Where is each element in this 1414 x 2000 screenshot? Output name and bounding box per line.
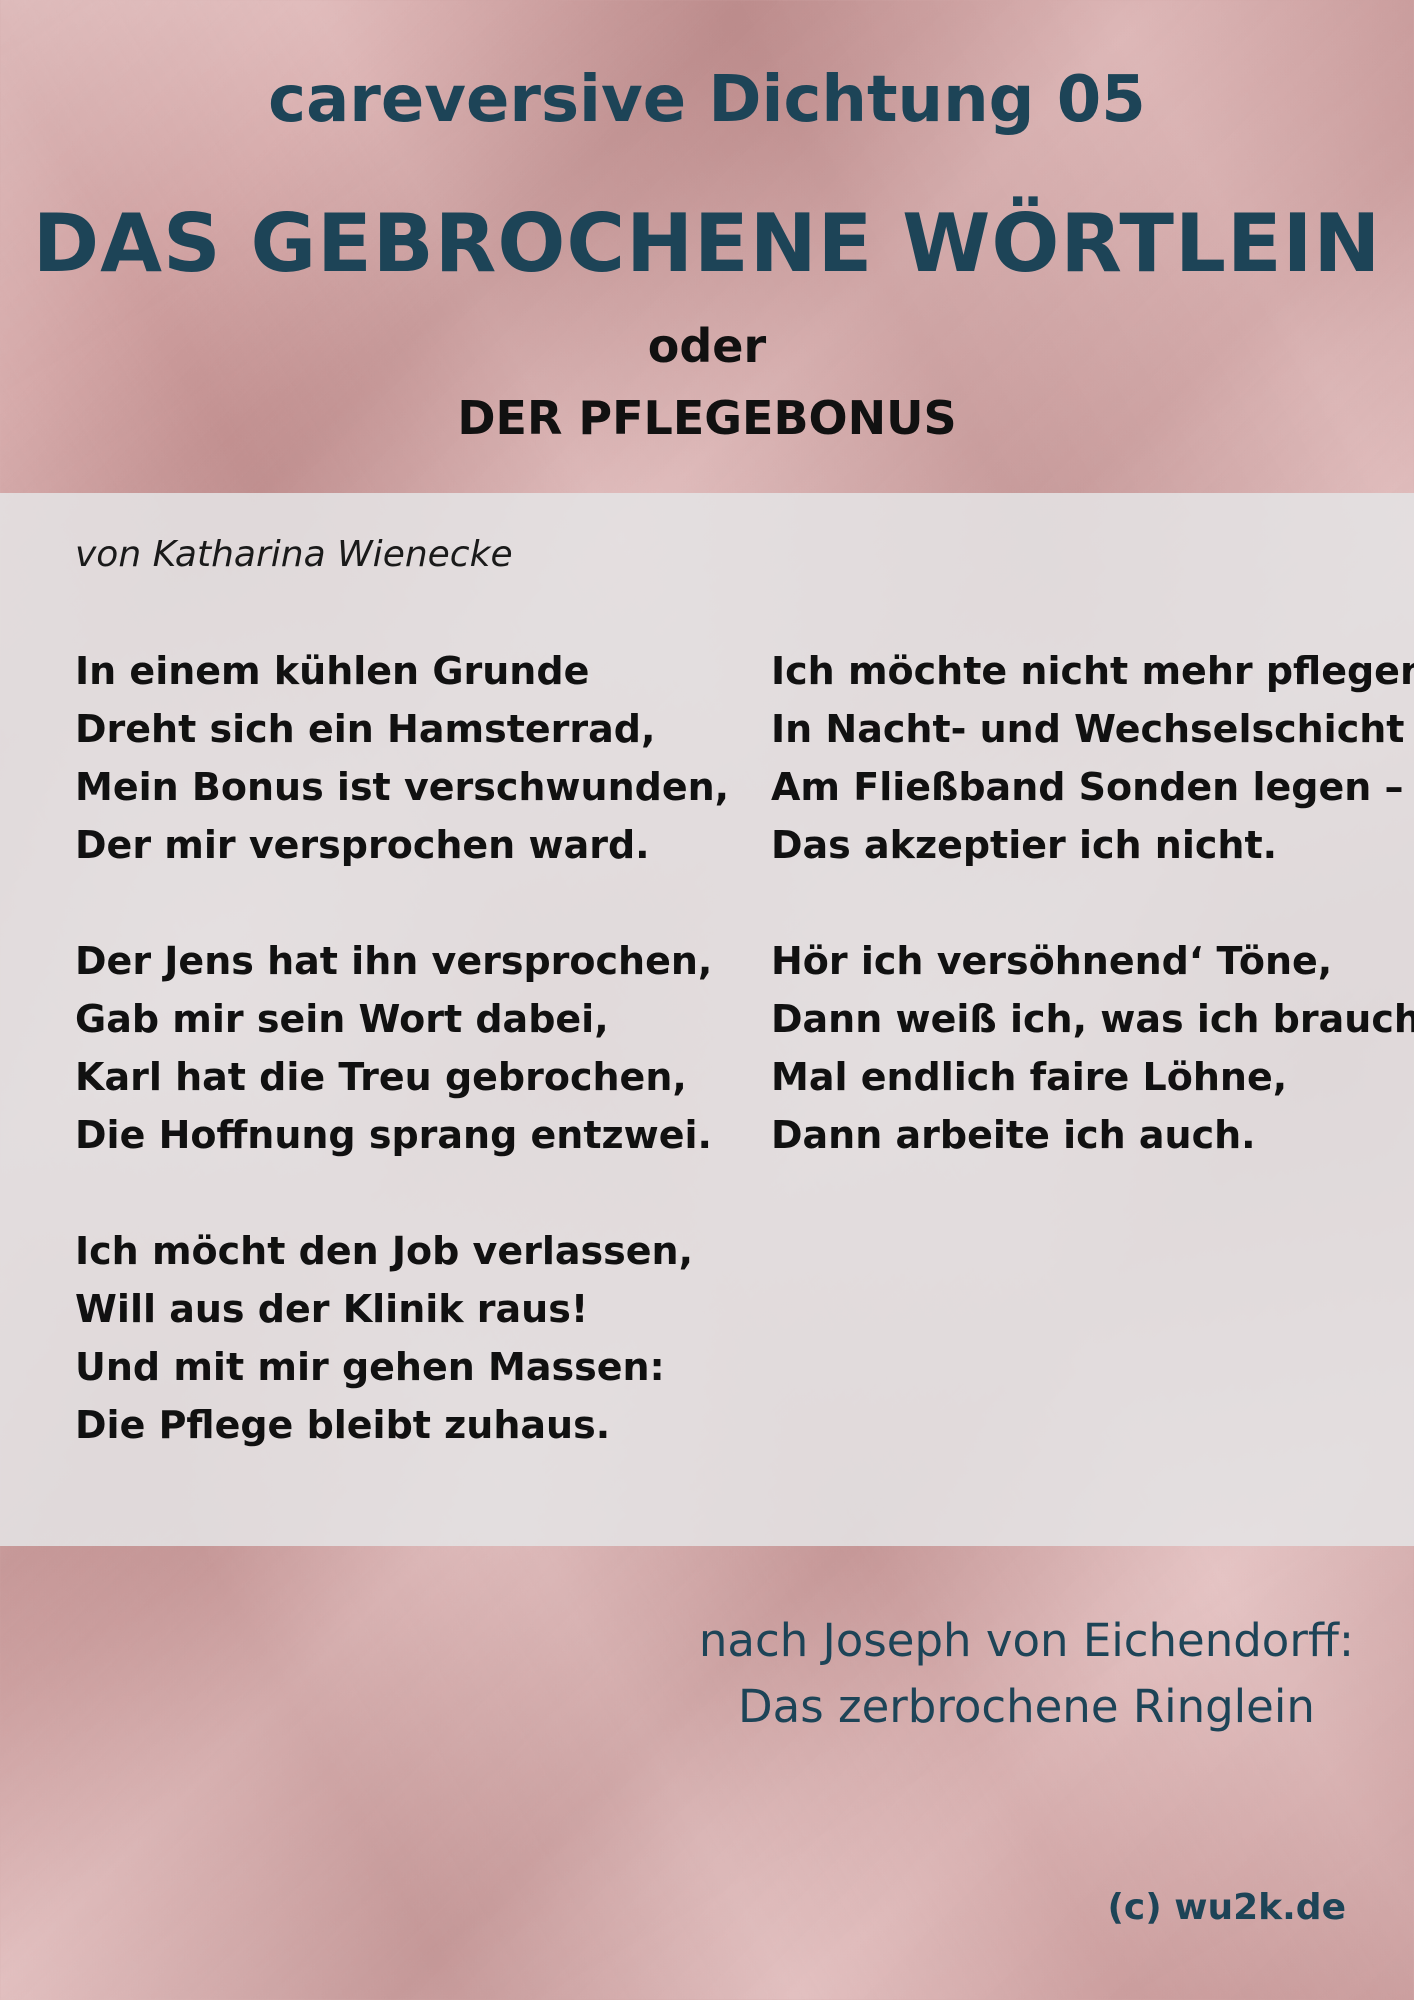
source-line-work: Das zerbrochene Ringlein	[737, 1680, 1315, 1733]
verse-line: Am Fließband Sonden legen –	[771, 765, 1404, 809]
stanza: Hör ich versöhnend‘ Töne, Dann weiß ich,…	[771, 932, 1414, 1164]
poem-column-right: Ich möchte nicht mehr pflegen! In Nacht-…	[771, 642, 1414, 1222]
page-header: careversive Dichtung 05 DAS GEBROCHENE W…	[0, 0, 1414, 492]
title-connector: oder	[647, 319, 767, 373]
verse-line: Dreht sich ein Hamsterrad,	[75, 707, 656, 751]
verse-line: Ich möcht den Job verlassen,	[75, 1229, 694, 1273]
verse-line: Dann arbeite ich auch.	[771, 1113, 1256, 1157]
verse-line: Die Pflege bleibt zuhaus.	[75, 1403, 611, 1447]
source-attribution: nach Joseph von Eichendorff: Das zerbroc…	[699, 1608, 1354, 1740]
verse-line: Karl hat die Treu gebrochen,	[75, 1055, 687, 1099]
author-byline: von Katharina Wienecke	[75, 534, 513, 575]
verse-line: Das akzeptier ich nicht.	[771, 823, 1278, 867]
stanza: Ich möchte nicht mehr pflegen! In Nacht-…	[771, 642, 1414, 874]
verse-line: Ich möchte nicht mehr pflegen!	[771, 649, 1414, 693]
verse-line: Dann weiß ich, was ich brauch‘	[771, 997, 1414, 1041]
verse-line: Der Jens hat ihn versprochen,	[75, 939, 713, 983]
source-line-author: nach Joseph von Eichendorff:	[698, 1614, 1354, 1667]
series-title: careversive Dichtung 05	[268, 63, 1146, 137]
stanza: Der Jens hat ihn versprochen, Gab mir se…	[75, 932, 729, 1164]
verse-line: Und mit mir gehen Massen:	[75, 1345, 665, 1389]
verse-line: Mal endlich faire Löhne,	[771, 1055, 1288, 1099]
page-subtitle: DER PFLEGEBONUS	[457, 391, 957, 445]
poem-column-left: In einem kühlen Grunde Dreht sich ein Ha…	[75, 642, 729, 1512]
verse-line: In einem kühlen Grunde	[75, 649, 590, 693]
verse-line: Hör ich versöhnend‘ Töne,	[771, 939, 1333, 983]
verse-line: Der mir versprochen ward.	[75, 823, 650, 867]
verse-line: Die Hoffnung sprang entzwei.	[75, 1113, 712, 1157]
verse-line: Mein Bonus ist verschwunden,	[75, 765, 730, 809]
page-title: DAS GEBROCHENE WÖRTLEIN	[32, 197, 1382, 290]
verse-line: Will aus der Klinik raus!	[75, 1287, 589, 1331]
copyright-notice: (c) wu2k.de	[1107, 1887, 1346, 1928]
stanza: Ich möcht den Job verlassen, Will aus de…	[75, 1222, 729, 1454]
verse-line: In Nacht- und Wechselschicht	[771, 707, 1405, 751]
stanza: In einem kühlen Grunde Dreht sich ein Ha…	[75, 642, 729, 874]
verse-line: Gab mir sein Wort dabei,	[75, 997, 609, 1041]
